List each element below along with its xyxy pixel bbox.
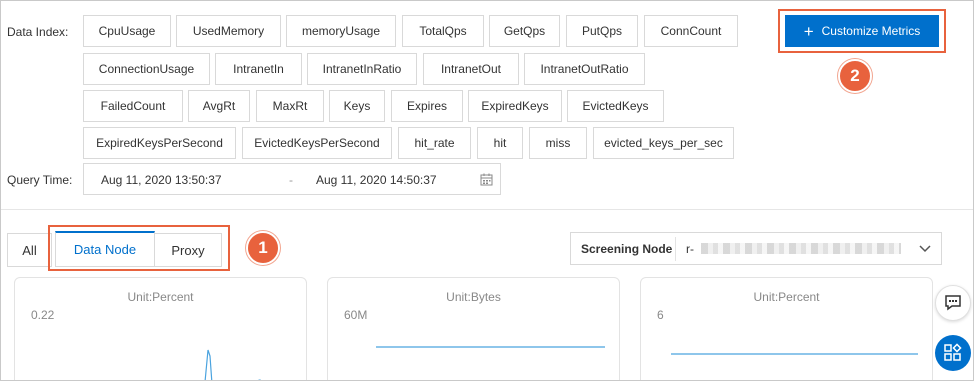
metric-chip-memoryusage[interactable]: memoryUsage	[286, 15, 396, 47]
metric-chip-hit-rate[interactable]: hit_rate	[398, 127, 471, 159]
data-index-label: Data Index:	[7, 25, 69, 39]
metric-chip-expiredkeys[interactable]: ExpiredKeys	[468, 90, 562, 122]
metric-chip-putqps[interactable]: PutQps	[566, 15, 638, 47]
node-id-blurred	[701, 243, 901, 254]
metric-chip-miss[interactable]: miss	[529, 127, 587, 159]
metric-chip-hit[interactable]: hit	[477, 127, 523, 159]
screening-node-value: r-	[686, 242, 694, 256]
metric-chip-avgrt[interactable]: AvgRt	[188, 90, 250, 122]
metric-chip-getqps[interactable]: GetQps	[489, 15, 560, 47]
chart-3-plot	[671, 353, 918, 355]
callout-badge-1: 1	[246, 231, 280, 265]
metric-chip-maxrt[interactable]: MaxRt	[256, 90, 324, 122]
select-divider	[675, 237, 676, 261]
highlight-box-tabs	[48, 225, 230, 271]
customize-metrics-label: Customize Metrics	[821, 24, 921, 38]
calendar-icon[interactable]	[480, 173, 493, 186]
chart-1-plot	[204, 349, 261, 380]
callout-badge-2: 2	[838, 59, 872, 93]
metric-chip-cpuusage[interactable]: CpuUsage	[83, 15, 171, 47]
chat-icon	[945, 295, 961, 311]
metric-chip-totalqps[interactable]: TotalQps	[402, 15, 484, 47]
chart-card-2: Unit:Bytes 60M	[327, 277, 620, 380]
screening-node-label: Screening Node	[581, 242, 673, 256]
tab-all[interactable]: All	[7, 233, 52, 267]
metric-chip-evictedkeys[interactable]: EvictedKeys	[567, 90, 664, 122]
metric-chip-connectionusage[interactable]: ConnectionUsage	[83, 53, 210, 85]
apps-button[interactable]	[935, 335, 971, 371]
metric-chip-expires[interactable]: Expires	[391, 90, 463, 122]
metric-chip-conncount[interactable]: ConnCount	[644, 15, 738, 47]
chat-button[interactable]	[935, 285, 971, 321]
metric-chip-usedmemory[interactable]: UsedMemory	[176, 15, 281, 47]
chart-card-1: Unit:Percent 0.22	[14, 277, 307, 380]
chart-card-3: Unit:Percent 6	[640, 277, 933, 380]
start-time: Aug 11, 2020 13:50:37	[101, 173, 222, 187]
metric-chip-keys[interactable]: Keys	[329, 90, 385, 122]
section-divider	[1, 209, 973, 210]
metric-chip-evicted-keys-per-sec[interactable]: evicted_keys_per_sec	[593, 127, 734, 159]
range-separator: -	[289, 173, 293, 187]
metric-chip-failedcount[interactable]: FailedCount	[83, 90, 183, 122]
monitor-panel: Data Index: CpuUsage UsedMemory memoryUs…	[0, 0, 974, 381]
query-time-label: Query Time:	[7, 173, 73, 187]
metric-chip-expiredkeyspersecond[interactable]: ExpiredKeysPerSecond	[83, 127, 236, 159]
customize-metrics-button[interactable]: + Customize Metrics	[785, 15, 939, 47]
metric-chip-evictedkeyspersecond[interactable]: EvictedKeysPerSecond	[242, 127, 392, 159]
apps-icon	[944, 343, 962, 361]
metric-chip-intranetinratio[interactable]: IntranetInRatio	[307, 53, 417, 85]
metric-chip-intranetout[interactable]: IntranetOut	[423, 53, 519, 85]
end-time: Aug 11, 2020 14:50:37	[316, 173, 437, 187]
plus-icon: +	[803, 21, 814, 41]
metric-chip-intranetin[interactable]: IntranetIn	[215, 53, 302, 85]
chart-2-plot	[376, 346, 605, 348]
chevron-down-icon[interactable]	[919, 244, 931, 254]
date-range-picker[interactable]: Aug 11, 2020 13:50:37 - Aug 11, 2020 14:…	[83, 163, 501, 195]
screening-node-select[interactable]: Screening Node r-	[570, 232, 942, 265]
metric-chip-intranetoutratio[interactable]: IntranetOutRatio	[524, 53, 645, 85]
